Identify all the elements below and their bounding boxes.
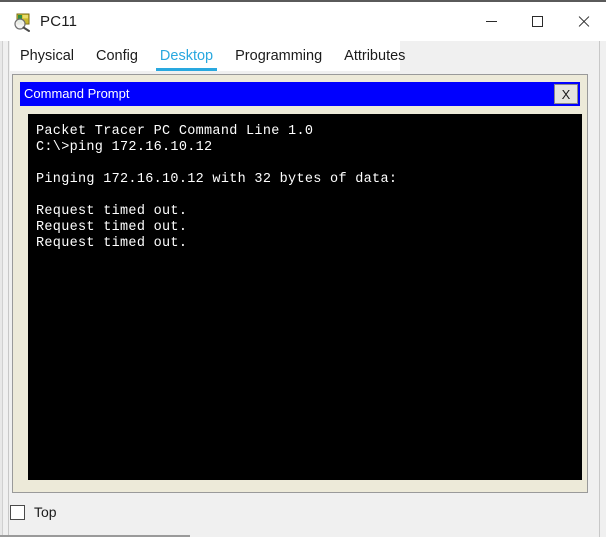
tab-programming[interactable]: Programming <box>235 45 322 71</box>
top-checkbox-label: Top <box>34 504 57 520</box>
tab-physical[interactable]: Physical <box>20 45 74 71</box>
desktop-panel: Command Prompt X Packet Tracer PC Comman… <box>12 74 588 493</box>
minimize-button[interactable] <box>468 2 514 41</box>
window-controls <box>468 2 606 41</box>
top-checkbox[interactable] <box>10 504 25 520</box>
command-prompt-title: Command Prompt <box>24 86 130 101</box>
packet-tracer-pc-icon <box>12 12 32 32</box>
tabstrip-filler <box>400 41 599 71</box>
minimize-icon <box>485 21 497 22</box>
command-prompt-close-button[interactable]: X <box>554 84 578 104</box>
tab-desktop[interactable]: Desktop <box>155 45 218 71</box>
window-frame-left-inner <box>0 2 3 537</box>
window-titlebar[interactable]: PC11 <box>0 2 606 41</box>
close-button[interactable] <box>560 2 606 41</box>
tab-config[interactable]: Config <box>96 45 138 71</box>
maximize-button[interactable] <box>514 2 560 41</box>
pc-device-window: PC11 Physical Config Desktop Programming… <box>0 0 606 537</box>
footer-bar: Top <box>10 500 57 524</box>
maximize-icon <box>531 16 543 27</box>
window-title: PC11 <box>40 13 78 30</box>
command-prompt-window: Command Prompt X Packet Tracer PC Comman… <box>20 82 582 486</box>
tab-attributes[interactable]: Attributes <box>344 45 405 71</box>
close-icon <box>577 15 590 28</box>
window-frame-right-edge <box>599 2 606 537</box>
command-prompt-titlebar[interactable]: Command Prompt X <box>20 82 580 106</box>
terminal-output-text: Packet Tracer PC Command Line 1.0 C:\>pi… <box>36 124 398 251</box>
window-frame-left-edge <box>0 2 9 537</box>
terminal-output-area[interactable]: Packet Tracer PC Command Line 1.0 C:\>pi… <box>28 114 582 480</box>
device-tabs: Physical Config Desktop Programming Attr… <box>10 41 405 71</box>
